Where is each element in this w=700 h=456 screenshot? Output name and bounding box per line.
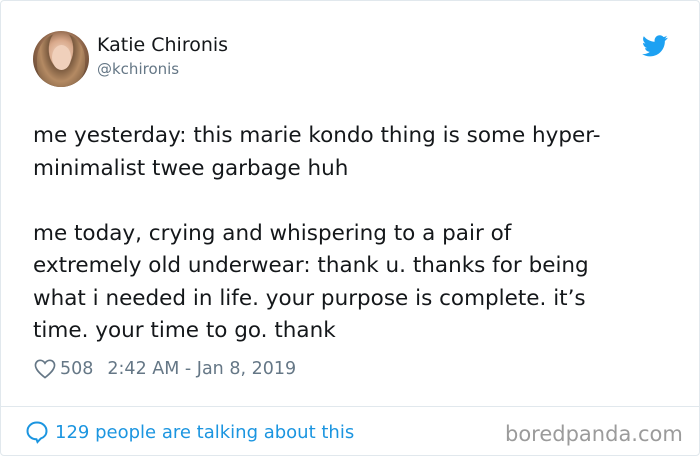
tweet-text: me yesterday: this marie kondo thing is … [33,123,601,343]
author-handle[interactable]: @kchironis [97,60,179,78]
watermark: boredpanda.com [505,422,683,446]
avatar-face [52,45,71,70]
tweet-card: Katie Chironis @kchironis me yesterday: … [0,0,700,456]
tweet-meta: 508 2:42 AM - Jan 8, 2019 [34,357,296,381]
conversation-link[interactable]: 129 people are talking about this [25,420,354,444]
twitter-bird-icon[interactable] [642,35,668,57]
speech-bubble-icon [26,421,48,444]
tweet-timestamp[interactable]: 2:42 AM - Jan 8, 2019 [107,359,296,379]
avatar[interactable] [33,31,89,87]
author-name[interactable]: Katie Chironis [97,34,228,56]
heart-icon[interactable] [34,359,56,379]
conversation-label[interactable]: 129 people are talking about this [55,422,354,443]
like-count[interactable]: 508 [60,359,93,379]
divider [1,406,699,407]
